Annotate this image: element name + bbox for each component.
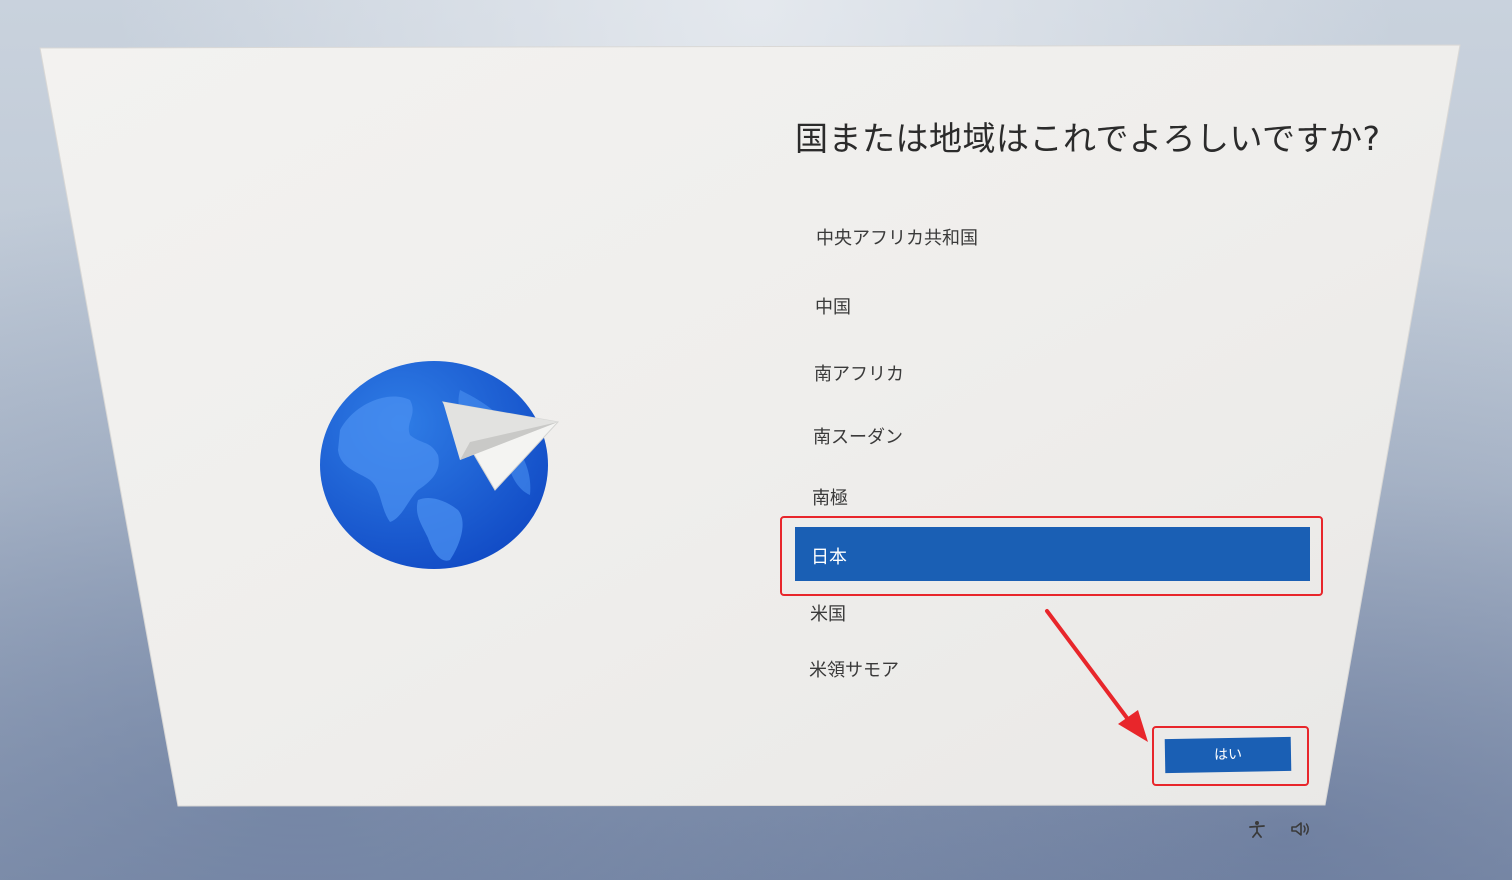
volume-icon[interactable] [1290,820,1312,838]
country-item[interactable]: 南アフリカ [814,360,904,386]
country-item[interactable]: 米領サモア [809,656,899,682]
country-item[interactable]: 米国 [810,600,846,626]
globe-illustration [320,361,559,569]
country-item[interactable]: 中国 [815,293,851,319]
country-item[interactable]: 南極 [812,484,848,510]
country-item[interactable]: 南スーダン [813,423,903,449]
annotation-highlight-button [1152,726,1309,786]
annotation-highlight-selected [780,516,1323,596]
accessibility-icon[interactable] [1246,820,1268,838]
page-title: 国または地域はこれでよろしいですか? [795,119,1381,158]
country-item[interactable]: 中央アフリカ共和国 [816,224,978,250]
